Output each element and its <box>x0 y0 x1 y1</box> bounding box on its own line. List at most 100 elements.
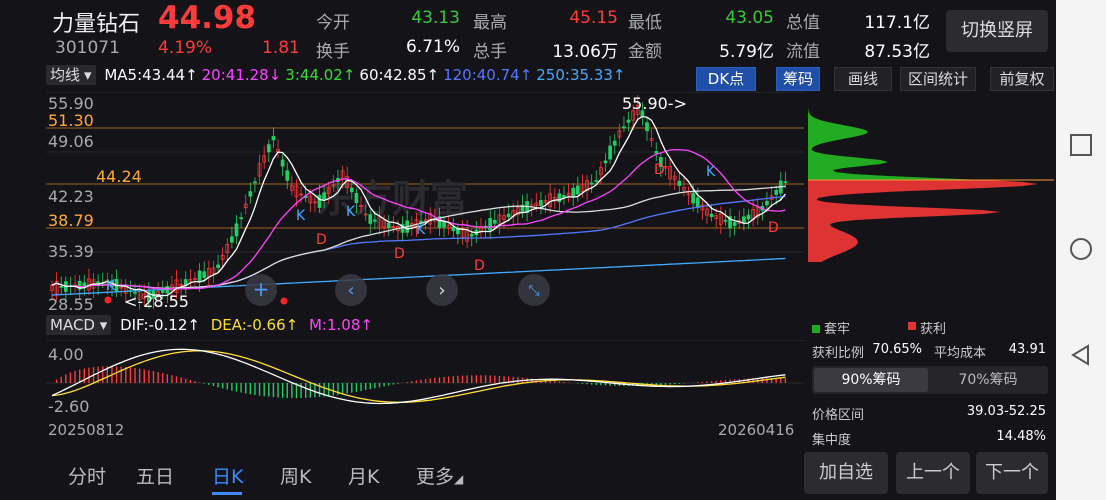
profit-ratio-value: 70.65% <box>872 342 922 357</box>
candle <box>197 270 202 283</box>
m-value: M:1.08↑ <box>308 316 373 334</box>
tab-90-chip[interactable]: 90%筹码 <box>814 368 928 392</box>
high-label: 55.90-> <box>622 94 687 113</box>
quote-value-mktcap: 117.1亿 <box>864 13 930 33</box>
signal-d: D <box>394 246 405 262</box>
candle <box>603 160 608 164</box>
adjust-button[interactable]: 前复权 <box>990 67 1054 91</box>
quote-value-open: 43.13 <box>411 8 460 28</box>
candle <box>368 214 373 224</box>
tab-weekly-k[interactable]: 周K <box>280 462 311 489</box>
avg-cost-value: 43.91 <box>1008 342 1046 357</box>
dea-value: DEA:-0.66↑ <box>210 316 299 334</box>
candle <box>626 119 631 123</box>
low-label: <-28.55 <box>124 292 189 311</box>
indicator-selector-label: MACD <box>50 316 95 334</box>
active-tab-indicator <box>212 492 242 495</box>
candle <box>539 200 543 206</box>
recent-apps-icon[interactable] <box>1070 134 1092 156</box>
tab-intraday[interactable]: 分时 <box>68 462 106 489</box>
candle <box>654 151 659 154</box>
next-stock-button[interactable]: 下一个 <box>976 452 1048 494</box>
tab-monthly-k[interactable]: 月K <box>348 462 379 489</box>
back-icon[interactable] <box>1070 344 1092 366</box>
quote-label-high: 最高 <box>473 13 507 33</box>
ma-selector[interactable]: 均线 ▾ <box>46 65 96 85</box>
shrink-icon: ⤡ <box>528 283 539 299</box>
dk-point-button[interactable]: DK点 <box>696 67 756 91</box>
candle <box>506 213 511 218</box>
ytick-35-39: 35.39 <box>48 242 94 261</box>
candle <box>354 192 359 204</box>
quote-label-amount: 金额 <box>628 42 662 62</box>
scroll-right-button[interactable]: › <box>426 274 458 306</box>
system-nav-bar <box>1056 0 1106 500</box>
candle <box>589 182 594 185</box>
macd-top-label: 4.00 <box>48 345 84 364</box>
candle <box>575 185 580 195</box>
avg-cost-label: 平均成本 <box>934 346 987 361</box>
home-icon[interactable] <box>1070 238 1092 260</box>
candle <box>742 216 746 223</box>
scroll-left-button[interactable]: ‹ <box>335 274 367 306</box>
draw-line-button[interactable]: 画线 <box>834 67 892 91</box>
range-stat-button[interactable]: 区间统计 <box>900 67 976 91</box>
candle <box>723 219 728 222</box>
chip-button[interactable]: 筹码 <box>776 67 820 91</box>
ma20-value: 20:41.28↓ <box>201 66 282 84</box>
chevron-left-icon: ‹ <box>347 280 354 301</box>
candle <box>202 271 207 278</box>
locked-legend-label: 套牢 <box>824 322 851 337</box>
signal-k: K <box>416 222 426 238</box>
signal-d: D <box>316 232 327 248</box>
candle <box>442 221 446 228</box>
chip-legend: 套牢 <box>812 318 902 337</box>
macd-bottom-label: -2.60 <box>48 397 89 416</box>
dif-value: DIF:-0.12↑ <box>120 316 200 334</box>
previous-stock-button[interactable]: 上一个 <box>896 452 970 494</box>
add-watchlist-button[interactable]: 加自选 <box>804 452 888 494</box>
candle <box>562 195 566 198</box>
ytick-44-24: 44.24 <box>96 167 142 186</box>
candle <box>349 187 354 193</box>
tab-daily-k[interactable]: 日K <box>212 462 243 489</box>
candle <box>451 226 456 232</box>
profit-legend-swatch <box>908 322 916 330</box>
stock-name: 力量钻石 <box>52 12 141 37</box>
period-tabs: 分时 五日 日K 周K 月K 更多◢ <box>46 452 804 500</box>
ma120-value: 120:40.74↑ <box>443 66 533 84</box>
candle <box>622 126 626 129</box>
profit-ratio-label: 获利比例 <box>812 346 865 361</box>
candle <box>608 145 612 160</box>
change-amount: 1.81 <box>262 38 300 58</box>
start-date: 20250812 <box>48 421 125 439</box>
shrink-button[interactable]: ⤡ <box>518 274 550 306</box>
indicator-selector[interactable]: MACD ▾ <box>46 315 112 335</box>
stock-code: 301071 <box>55 38 120 58</box>
tab-70-chip[interactable]: 70%筹码 <box>930 368 1046 392</box>
tab-more[interactable]: 更多◢ <box>416 462 463 489</box>
chevron-right-icon: › <box>438 280 445 301</box>
ma-legend: 均线 ▾ MA5:43.44↑ 20:41.28↓ 3:44.02↑ 60:42.85↑… <box>46 64 804 90</box>
kline-chart[interactable]: 东方财富 55.90 51.30 49.06 44.24 42.23 38.79… <box>46 92 804 314</box>
macd-chart: 4.00 -2.60 <box>46 340 804 420</box>
candle <box>317 194 322 208</box>
profit-legend-swatch <box>890 325 898 333</box>
concentration-value: 14.48% <box>996 429 1046 444</box>
candle <box>386 222 391 228</box>
candle <box>691 192 695 204</box>
zoom-in-button[interactable]: + <box>245 274 277 306</box>
quote-label-volume: 总手 <box>473 42 507 62</box>
marker-dot <box>104 296 112 304</box>
candle <box>469 233 474 237</box>
tab-five-day[interactable]: 五日 <box>136 462 174 489</box>
signal-d: D <box>768 220 779 236</box>
signal-k: K <box>346 204 356 220</box>
candle <box>373 219 377 222</box>
signal-d: D <box>474 258 485 274</box>
ma250-value: 250:35.33↑ <box>536 66 626 84</box>
signal-k: K <box>106 278 116 294</box>
quote-label-low: 最低 <box>628 13 662 33</box>
switch-portrait-button[interactable]: 切换竖屏 <box>946 10 1048 52</box>
signal-d: D <box>654 162 665 178</box>
